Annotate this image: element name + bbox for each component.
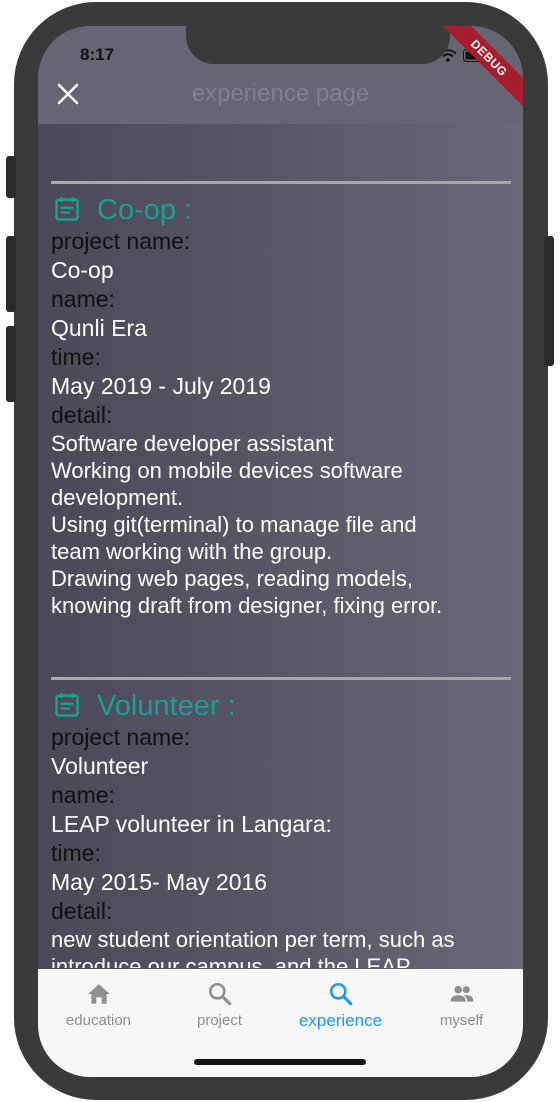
name-value: Qunli Era xyxy=(51,315,147,341)
project-name-value: Volunteer xyxy=(51,753,149,779)
time-label: time: xyxy=(51,344,101,370)
device-screen: experience page 8:17 DEBUG Co-op: proje… xyxy=(38,26,523,1077)
detail-line: development. xyxy=(51,485,184,510)
detail-line: knowing draft from designer, fixing erro… xyxy=(51,593,443,618)
home-icon xyxy=(88,984,110,1004)
detail-line: Software developer assistant xyxy=(51,431,334,456)
tab-experience[interactable]: experience xyxy=(280,969,401,1039)
detail-label: detail: xyxy=(51,402,113,428)
detail-line: introduce our campus, and the LEAP xyxy=(51,954,411,968)
project-name-label: project name: xyxy=(51,724,191,750)
time-value: May 2015- May 2016 xyxy=(51,869,268,895)
home-indicator[interactable] xyxy=(194,1059,366,1065)
volume-up-button xyxy=(6,236,16,312)
detail-line: Using git(terminal) to manage file and xyxy=(51,512,417,537)
tab-label: myself xyxy=(439,1012,484,1029)
card-header: Volunteer : xyxy=(51,686,511,723)
power-button xyxy=(544,236,554,366)
status-time: 8:17 xyxy=(80,45,115,64)
name-label: name: xyxy=(51,782,115,808)
project-name-value: Co-op xyxy=(51,257,114,283)
calendar-note-icon xyxy=(55,196,79,221)
detail-label: detail: xyxy=(51,898,113,924)
detail-line: new student orientation per term, such a… xyxy=(51,927,455,952)
tab-education[interactable]: education xyxy=(38,969,159,1039)
experience-list[interactable]: Co-op : project name: Co-op name: Qunli … xyxy=(38,124,523,968)
bottom-navigation: education project experience myself xyxy=(38,969,523,1077)
search-icon xyxy=(208,982,232,1006)
card-divider xyxy=(51,677,511,680)
volume-down-button xyxy=(6,326,16,402)
tab-label: project xyxy=(196,1012,243,1029)
tab-myself[interactable]: myself xyxy=(401,969,522,1039)
notch xyxy=(186,26,450,64)
silent-switch xyxy=(6,156,16,198)
card-header: Co-op : xyxy=(51,190,511,227)
card-title: Volunteer : xyxy=(97,690,236,722)
experience-card-coop: Co-op : project name: Co-op name: Qunli … xyxy=(51,181,511,619)
tab-label: education xyxy=(65,1012,132,1029)
tab-project[interactable]: project xyxy=(159,969,280,1039)
page-title: experience page xyxy=(191,80,370,107)
people-icon xyxy=(450,985,474,1002)
card-divider xyxy=(51,181,511,184)
experience-card-volunteer: Volunteer : project name: Volunteer name… xyxy=(51,677,511,968)
detail-line: team working with the group. xyxy=(51,539,333,564)
calendar-note-icon xyxy=(55,692,79,717)
detail-line: Working on mobile devices software xyxy=(51,458,403,483)
detail-text: new student orientation per term, such a… xyxy=(51,926,511,968)
time-label: time: xyxy=(51,840,101,866)
tab-label: experience xyxy=(298,1011,383,1030)
detail-text: Software developer assistant Working on … xyxy=(51,430,511,619)
time-value: May 2019 - July 2019 xyxy=(51,373,271,399)
name-label: name: xyxy=(51,286,115,312)
search-icon xyxy=(329,982,353,1006)
detail-line: Drawing web pages, reading models, xyxy=(51,566,413,591)
project-name-label: project name: xyxy=(51,228,191,254)
card-title: Co-op : xyxy=(97,194,193,226)
name-value: LEAP volunteer in Langara: xyxy=(51,811,332,837)
